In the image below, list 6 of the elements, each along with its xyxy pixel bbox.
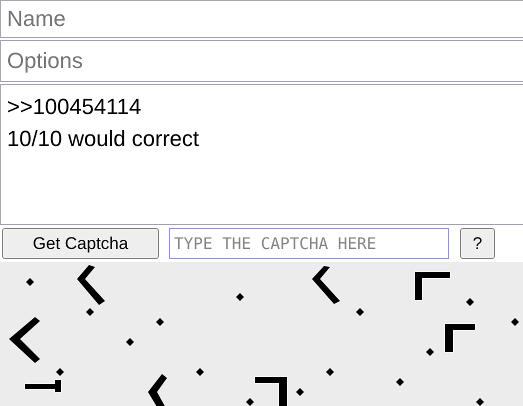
options-field[interactable]: Options	[0, 40, 523, 82]
name-field[interactable]: Name	[0, 0, 523, 38]
get-captcha-button[interactable]: Get Captcha	[2, 228, 159, 259]
captcha-field[interactable]: TYPE THE CAPTCHA HERE	[169, 228, 449, 259]
comment-field[interactable]: >>100454114 10/10 would correct	[0, 84, 523, 225]
help-button[interactable]: ?	[460, 228, 495, 259]
